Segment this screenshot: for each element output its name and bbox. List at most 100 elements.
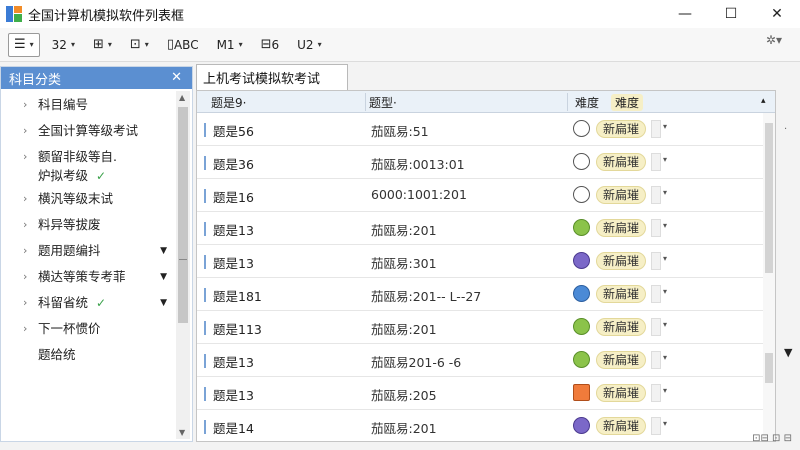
row-dropdown[interactable] (651, 252, 661, 270)
chevron-down-icon[interactable]: ▾ (663, 221, 667, 230)
sidebar-item[interactable]: › 科目编号 (1, 97, 177, 116)
chevron-down-icon[interactable]: ▾ (663, 122, 667, 131)
chevron-down-icon[interactable]: ▾ (663, 353, 667, 362)
settings-icon[interactable]: ✲▾ (766, 33, 782, 47)
sidebar-item-label: 横达等策专考菲 (38, 269, 126, 284)
chevron-down-icon[interactable]: ▾ (663, 155, 667, 164)
chevron-right-icon[interactable]: › (23, 243, 27, 259)
chevron-right-icon[interactable]: › (23, 123, 27, 139)
expand-arrow-icon[interactable]: ▼ (160, 295, 167, 311)
row-dropdown[interactable] (651, 318, 661, 336)
minimize-button[interactable]: — (662, 0, 708, 28)
expand-arrow-icon[interactable]: ▼ (784, 346, 792, 359)
table-row[interactable]: 题是181 茄瓯易:201-- L--27 新扁璀 ▾ (197, 278, 775, 311)
sidebar-item[interactable]: › 题用题编抖 ▼ (1, 243, 177, 262)
column-header-difficulty[interactable]: 难度 (575, 94, 599, 111)
scroll-thumb[interactable] (178, 107, 188, 323)
row-indicator (204, 321, 206, 335)
table-row[interactable]: 题是14 茄瓯易:201 新扁璀 ▾ (197, 410, 775, 441)
sidebar-item-label: 横汎等级末试 (38, 191, 114, 206)
chevron-right-icon[interactable]: › (23, 269, 27, 285)
sort-icon[interactable]: ▴ (761, 96, 766, 106)
row-dropdown[interactable] (651, 417, 661, 435)
sidebar-item[interactable]: › 横汎等级末试 (1, 191, 177, 210)
row-dropdown[interactable] (651, 153, 661, 171)
toolbar-button-label: 32 (51, 37, 67, 52)
sidebar-item[interactable]: › 科留省统 ✓ ▼ (1, 295, 177, 314)
table-row[interactable]: 题是13 茄瓯易:201 新扁璀 ▾ (197, 212, 775, 245)
row-dropdown[interactable] (651, 219, 661, 237)
row-dropdown[interactable] (651, 351, 661, 369)
sidebar-item-label: 料异等拔废 (38, 217, 101, 232)
toolbar-button-3[interactable]: ⊡ ▾ (124, 33, 155, 57)
chevron-right-icon[interactable]: › (23, 321, 27, 337)
sidebar-header: 科目分类 ✕ (1, 67, 192, 89)
chevron-down-icon[interactable]: ▾ (663, 320, 667, 329)
grid-scroll-thumb[interactable] (765, 123, 773, 273)
tab-exam[interactable]: 上机考试模拟软考试 (196, 64, 348, 90)
sidebar-item[interactable]: › 全国计算等级考试 (1, 123, 177, 142)
table-row[interactable]: 题是13 茄瓯易:301 新扁璀 ▾ (197, 245, 775, 278)
row-dropdown[interactable] (651, 285, 661, 303)
row-dropdown[interactable] (651, 186, 661, 204)
table-row[interactable]: 题是36 茄瓯易:0013:01 新扁璀 ▾ (197, 146, 775, 179)
chevron-right-icon[interactable]: › (23, 149, 27, 165)
cell-type: 茄瓯易201-6 -6 (371, 355, 462, 370)
maximize-button[interactable]: ☐ (708, 0, 754, 28)
question-grid: 题是9· 题型· 难度 难度 ▴ 题是56 茄瓯易:51 新扁璀 ▾ 题是36 茄瓯易:0… (196, 90, 776, 442)
toolbar-button-4[interactable]: ▯ ABC (161, 33, 205, 57)
scroll-up-icon[interactable]: ▲ (179, 93, 185, 102)
table-row[interactable]: 题是13 茄瓯易:205 新扁璀 ▾ (197, 377, 775, 410)
chevron-down-icon[interactable]: ▾ (663, 188, 667, 197)
purple-swirl-icon (573, 417, 590, 434)
table-row[interactable]: 题是113 茄瓯易:201 新扁璀 ▾ (197, 311, 775, 344)
status-badge: 新扁璀 (596, 417, 647, 435)
chevron-right-icon[interactable]: › (23, 191, 27, 207)
row-indicator (204, 354, 206, 368)
table-row[interactable]: 题是56 茄瓯易:51 新扁璀 ▾ (197, 113, 775, 146)
close-button[interactable]: ✕ (754, 0, 800, 28)
toolbar-button-7[interactable]: U2 ▾ (291, 33, 327, 57)
toolbar-button-2[interactable]: ⊞ ▾ (87, 33, 118, 57)
chevron-right-icon[interactable]: › (23, 97, 27, 113)
sidebar-item[interactable]: › 额留非级等自. 炉拟考级 ✓ (1, 149, 177, 187)
table-row[interactable]: 题是16 6000:1001:201 新扁璀 ▾ (197, 179, 775, 212)
cell-id: 题是13 (213, 388, 254, 403)
circle-icon (573, 153, 590, 170)
sidebar-scrollbar[interactable]: ▲ ▼ (176, 91, 190, 439)
toolbar-button-1[interactable]: 32 ▾ (46, 33, 81, 57)
sidebar-item[interactable]: › 横达等策专考菲 ▼ (1, 269, 177, 288)
row-dropdown[interactable] (651, 384, 661, 402)
toolbar-button-6[interactable]: ⊟ 6 (255, 33, 286, 57)
expand-arrow-icon[interactable]: ▼ (160, 243, 167, 259)
sidebar-item[interactable]: 题给统 (1, 347, 177, 366)
chevron-down-icon[interactable]: ▾ (663, 386, 667, 395)
toolbar-button-5[interactable]: M1 ▾ (211, 33, 249, 57)
status-badge: 新扁璀 (596, 252, 647, 270)
chevron-down-icon[interactable]: ▾ (663, 419, 667, 428)
toolbar-button-label: M1 (216, 37, 235, 52)
grid-scrollbar[interactable] (763, 113, 775, 441)
toolbar-button-label: ABC (173, 37, 199, 52)
sidebar-item[interactable]: › 料异等拔废 (1, 217, 177, 236)
table-row[interactable]: 题是13 茄瓯易201-6 -6 新扁璀 ▾ (197, 344, 775, 377)
sidebar-item-label: 炉拟考级 (38, 168, 89, 183)
row-dropdown[interactable] (651, 120, 661, 138)
cell-id: 题是56 (213, 124, 254, 139)
chevron-right-icon[interactable]: › (23, 295, 27, 311)
column-header-difficulty-pill[interactable]: 难度 (611, 94, 644, 111)
scroll-down-icon[interactable]: ▼ (179, 428, 185, 437)
toolbar-button-0[interactable]: ☰ ▾ (8, 32, 40, 57)
chevron-right-icon[interactable]: › (23, 217, 27, 233)
sidebar-item[interactable]: › 下一杯惯价 (1, 321, 177, 340)
status-badge: 新扁璀 (596, 318, 647, 336)
column-header-type[interactable]: 题型· (369, 94, 397, 111)
column-header-id[interactable]: 题是9· (211, 94, 246, 111)
expand-arrow-icon[interactable]: ▼ (160, 269, 167, 285)
chevron-down-icon[interactable]: ▾ (663, 287, 667, 296)
app-icon (6, 6, 22, 22)
list-icon: ☰ (14, 37, 26, 52)
chevron-down-icon[interactable]: ▾ (663, 254, 667, 263)
status-icons: ⊡⊟ ⊡ ⊟ (752, 433, 792, 444)
sidebar-close-button[interactable]: ✕ (171, 70, 182, 85)
